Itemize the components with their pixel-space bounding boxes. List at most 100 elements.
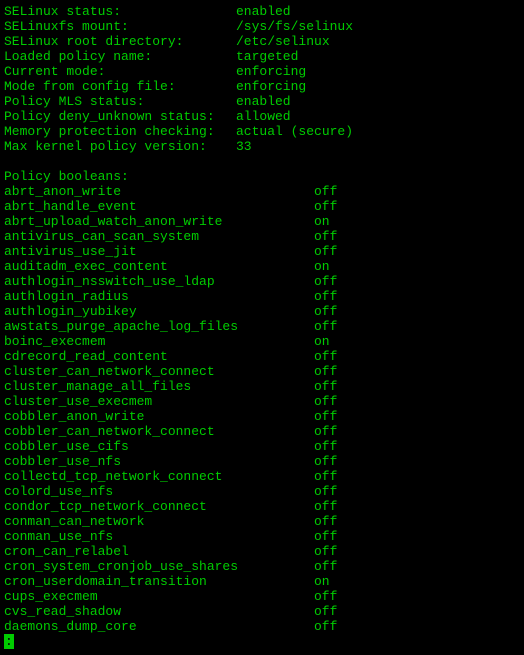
status-label: SELinux status: xyxy=(4,4,236,19)
pager-prompt[interactable]: : xyxy=(4,634,14,649)
boolean-name: conman_use_nfs xyxy=(4,529,314,544)
boolean-value: off xyxy=(314,559,337,574)
status-label: SELinux root directory: xyxy=(4,34,236,49)
status-value: enforcing xyxy=(236,64,306,79)
boolean-name: cron_system_cronjob_use_shares xyxy=(4,559,314,574)
status-value: /sys/fs/selinux xyxy=(236,19,353,34)
boolean-name: authlogin_yubikey xyxy=(4,304,314,319)
boolean-value: off xyxy=(314,364,337,379)
boolean-row: cvs_read_shadowoff xyxy=(4,604,520,619)
boolean-row: abrt_upload_watch_anon_writeon xyxy=(4,214,520,229)
boolean-value: off xyxy=(314,409,337,424)
boolean-row: cobbler_use_nfsoff xyxy=(4,454,520,469)
boolean-name: abrt_handle_event xyxy=(4,199,314,214)
pager-prompt-line[interactable]: : xyxy=(4,634,520,649)
status-label: Mode from config file: xyxy=(4,79,236,94)
status-value: /etc/selinux xyxy=(236,34,330,49)
boolean-name: daemons_dump_core xyxy=(4,619,314,634)
boolean-name: cluster_manage_all_files xyxy=(4,379,314,394)
boolean-row: antivirus_use_jitoff xyxy=(4,244,520,259)
boolean-value: off xyxy=(314,244,337,259)
boolean-value: off xyxy=(314,304,337,319)
boolean-name: auditadm_exec_content xyxy=(4,259,314,274)
policy-booleans-header: Policy booleans: xyxy=(4,169,520,184)
status-row: Current mode:enforcing xyxy=(4,64,520,79)
boolean-value: off xyxy=(314,424,337,439)
boolean-name: cobbler_can_network_connect xyxy=(4,424,314,439)
boolean-name: awstats_purge_apache_log_files xyxy=(4,319,314,334)
boolean-row: cobbler_anon_writeoff xyxy=(4,409,520,424)
boolean-value: off xyxy=(314,274,337,289)
boolean-name: colord_use_nfs xyxy=(4,484,314,499)
boolean-row: antivirus_can_scan_systemoff xyxy=(4,229,520,244)
boolean-value: off xyxy=(314,184,337,199)
boolean-row: cron_userdomain_transitionon xyxy=(4,574,520,589)
boolean-name: cobbler_use_nfs xyxy=(4,454,314,469)
boolean-name: cobbler_use_cifs xyxy=(4,439,314,454)
boolean-row: authlogin_nsswitch_use_ldapoff xyxy=(4,274,520,289)
boolean-value: off xyxy=(314,454,337,469)
boolean-value: off xyxy=(314,484,337,499)
status-row: Policy deny_unknown status:allowed xyxy=(4,109,520,124)
boolean-name: cluster_use_execmem xyxy=(4,394,314,409)
boolean-row: abrt_anon_writeoff xyxy=(4,184,520,199)
boolean-name: cobbler_anon_write xyxy=(4,409,314,424)
boolean-name: cdrecord_read_content xyxy=(4,349,314,364)
boolean-row: cdrecord_read_contentoff xyxy=(4,349,520,364)
boolean-value: off xyxy=(314,319,337,334)
boolean-value: off xyxy=(314,529,337,544)
boolean-name: abrt_anon_write xyxy=(4,184,314,199)
boolean-row: cobbler_use_cifsoff xyxy=(4,439,520,454)
status-value: allowed xyxy=(236,109,291,124)
status-row: Memory protection checking:actual (secur… xyxy=(4,124,520,139)
boolean-value: off xyxy=(314,379,337,394)
boolean-value: on xyxy=(314,574,330,589)
boolean-row: auditadm_exec_contenton xyxy=(4,259,520,274)
status-value: actual (secure) xyxy=(236,124,353,139)
boolean-name: cluster_can_network_connect xyxy=(4,364,314,379)
boolean-row: authlogin_yubikeyoff xyxy=(4,304,520,319)
boolean-value: off xyxy=(314,589,337,604)
boolean-name: antivirus_can_scan_system xyxy=(4,229,314,244)
status-row: SELinux status:enabled xyxy=(4,4,520,19)
boolean-value: off xyxy=(314,469,337,484)
boolean-value: on xyxy=(314,214,330,229)
status-row: Policy MLS status:enabled xyxy=(4,94,520,109)
boolean-name: cups_execmem xyxy=(4,589,314,604)
boolean-name: collectd_tcp_network_connect xyxy=(4,469,314,484)
boolean-value: off xyxy=(314,499,337,514)
boolean-row: cluster_use_execmemoff xyxy=(4,394,520,409)
boolean-row: cron_can_relabeloff xyxy=(4,544,520,559)
boolean-row: cron_system_cronjob_use_sharesoff xyxy=(4,559,520,574)
status-label: SELinuxfs mount: xyxy=(4,19,236,34)
status-row: Mode from config file:enforcing xyxy=(4,79,520,94)
status-value: enabled xyxy=(236,94,291,109)
status-row: Loaded policy name:targeted xyxy=(4,49,520,64)
boolean-value: off xyxy=(314,289,337,304)
selinux-status-section: SELinux status:enabledSELinuxfs mount:/s… xyxy=(4,4,520,154)
boolean-value: off xyxy=(314,604,337,619)
boolean-row: collectd_tcp_network_connectoff xyxy=(4,469,520,484)
boolean-name: authlogin_radius xyxy=(4,289,314,304)
boolean-value: off xyxy=(314,394,337,409)
status-label: Current mode: xyxy=(4,64,236,79)
boolean-name: condor_tcp_network_connect xyxy=(4,499,314,514)
boolean-value: off xyxy=(314,199,337,214)
boolean-value: off xyxy=(314,229,337,244)
boolean-row: cobbler_can_network_connectoff xyxy=(4,424,520,439)
boolean-row: authlogin_radiusoff xyxy=(4,289,520,304)
boolean-name: boinc_execmem xyxy=(4,334,314,349)
boolean-value: on xyxy=(314,334,330,349)
boolean-row: boinc_execmemon xyxy=(4,334,520,349)
status-row: SELinux root directory:/etc/selinux xyxy=(4,34,520,49)
boolean-row: cluster_can_network_connectoff xyxy=(4,364,520,379)
status-row: Max kernel policy version:33 xyxy=(4,139,520,154)
status-label: Policy deny_unknown status: xyxy=(4,109,236,124)
boolean-name: abrt_upload_watch_anon_write xyxy=(4,214,314,229)
policy-booleans-list: abrt_anon_writeoffabrt_handle_eventoffab… xyxy=(4,184,520,634)
boolean-name: conman_can_network xyxy=(4,514,314,529)
boolean-row: colord_use_nfsoff xyxy=(4,484,520,499)
status-label: Policy MLS status: xyxy=(4,94,236,109)
boolean-row: awstats_purge_apache_log_filesoff xyxy=(4,319,520,334)
status-label: Memory protection checking: xyxy=(4,124,236,139)
